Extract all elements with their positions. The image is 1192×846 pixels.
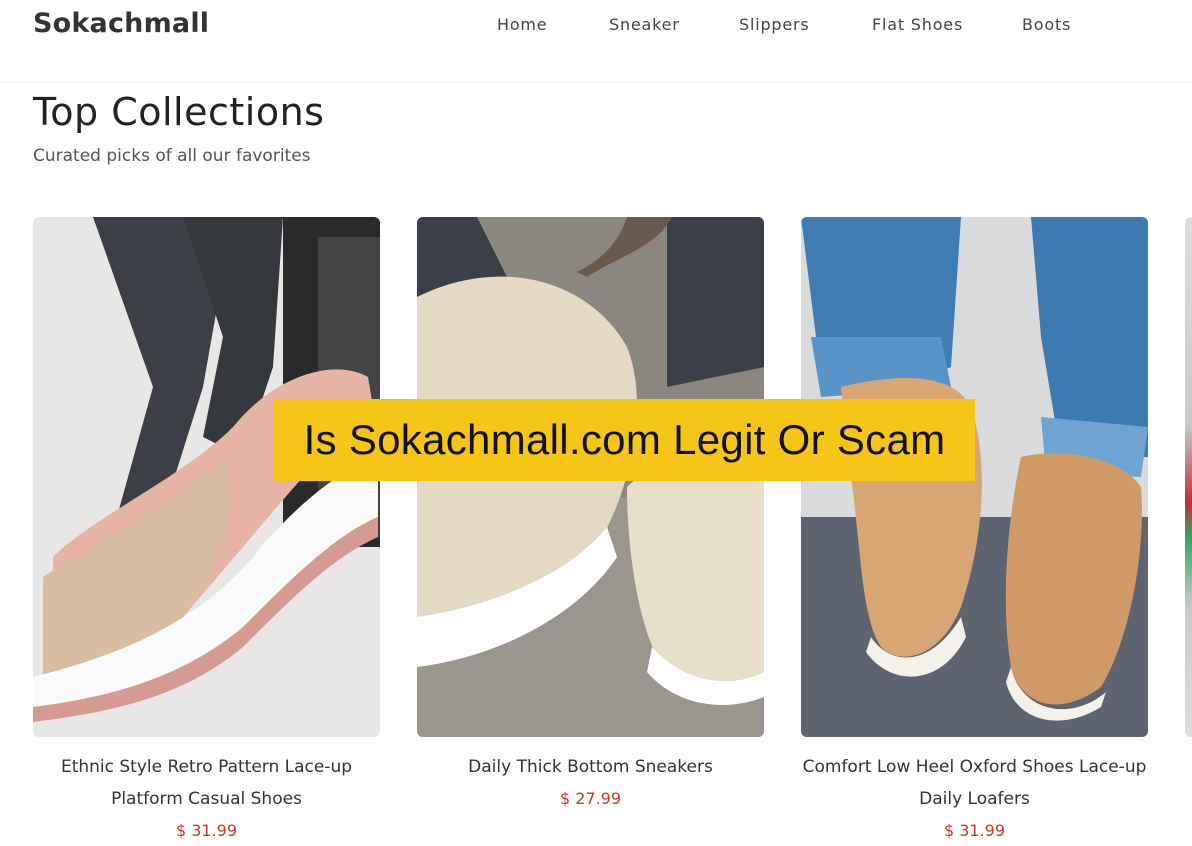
product-name[interactable]: Comfort Low Heel Oxford Shoes Lace-up Da… xyxy=(801,751,1148,815)
product-card[interactable]: Daily Thick Bottom Sneakers $ 27.99 xyxy=(417,217,764,815)
nav-slippers[interactable]: Slippers xyxy=(739,15,810,34)
product-name-line: Daily Loafers xyxy=(919,789,1030,809)
product-name-line: Daily Thick Bottom Sneakers xyxy=(468,757,713,777)
nav-slippers-label: Slippers xyxy=(739,15,810,34)
section-title: Top Collections xyxy=(33,90,325,134)
product-name-line: Platform Casual Shoes xyxy=(111,789,302,809)
nav-flat-shoes[interactable]: Flat Shoes xyxy=(872,15,963,34)
nav-home-label: Home xyxy=(497,15,548,34)
product-name-line: Ethnic Style Retro Pattern Lace-up xyxy=(60,757,353,777)
product-price: $ 31.99 xyxy=(943,821,1006,840)
nav-sneaker-label: Sneaker xyxy=(609,15,680,34)
site-header: Sokachmall Home Sneaker Slippers Flat Sh… xyxy=(0,0,1192,83)
product-price: $ 27.99 xyxy=(559,789,622,808)
product-price: $ 31.99 xyxy=(175,821,238,840)
nav-boots[interactable]: Boots xyxy=(1022,15,1071,34)
product-card[interactable]: Comfort Low Heel Oxford Shoes Lace-up Da… xyxy=(801,217,1148,846)
product-name[interactable]: Daily Thick Bottom Sneakers xyxy=(417,751,764,783)
site-logo[interactable]: Sokachmall xyxy=(33,8,209,39)
section-subtitle: Curated picks of all our favorites xyxy=(33,146,311,166)
product-name[interactable]: Ethnic Style Retro Pattern Lace-up Platf… xyxy=(33,751,380,815)
overlay-banner-text: Is Sokachmall.com Legit Or Scam xyxy=(303,416,946,463)
nav-flat-shoes-label: Flat Shoes xyxy=(872,15,964,34)
product-name-line: Comfort Low Heel Oxford Shoes Lace-up xyxy=(802,757,1147,777)
nav-home[interactable]: Home xyxy=(497,15,547,34)
next-product-image-partial[interactable] xyxy=(1185,217,1192,737)
product-card[interactable]: Ethnic Style Retro Pattern Lace-up Platf… xyxy=(33,217,380,846)
nav-boots-label: Boots xyxy=(1022,15,1072,34)
nav-sneaker[interactable]: Sneaker xyxy=(609,15,680,34)
overlay-banner: Is Sokachmall.com Legit Or Scam xyxy=(274,399,975,481)
